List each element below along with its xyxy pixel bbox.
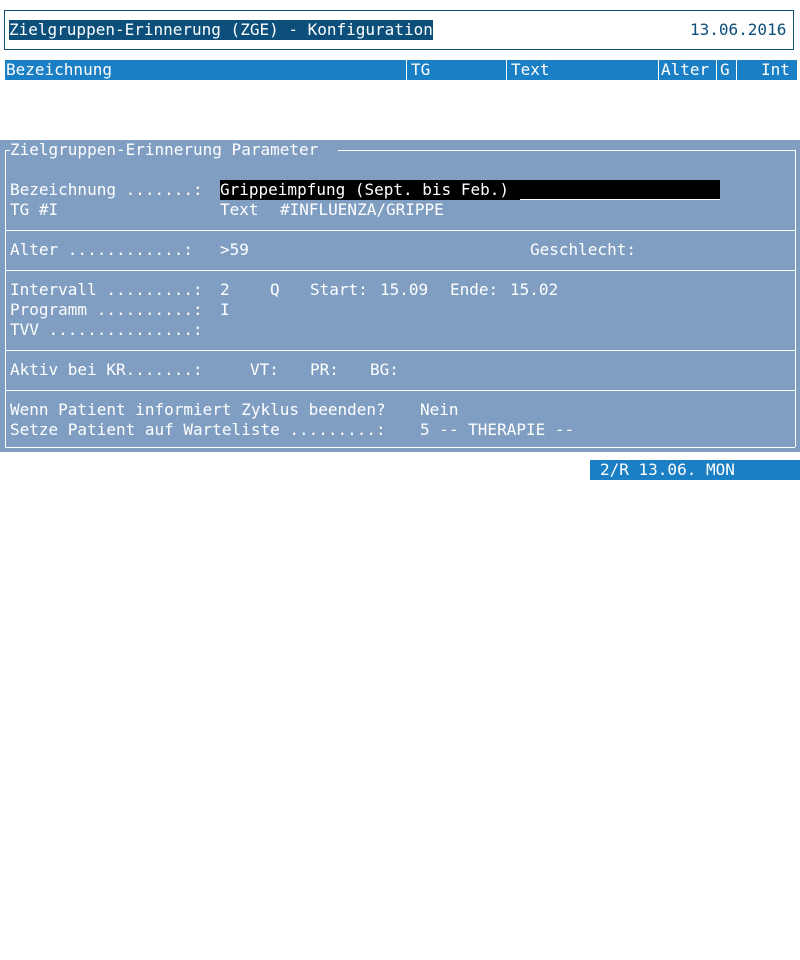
status-bar: 2/R 13.06. MON bbox=[590, 460, 800, 480]
start-label: Start: bbox=[310, 280, 368, 299]
zyklus-label: Wenn Patient informiert Zyklus beenden? bbox=[10, 400, 386, 419]
section-divider bbox=[5, 270, 795, 271]
zyklus-field[interactable]: Nein bbox=[420, 400, 459, 420]
tg-label: TG #I bbox=[10, 200, 59, 219]
panel-border-top-right bbox=[338, 150, 795, 151]
start-field[interactable]: 15.09 bbox=[380, 280, 428, 300]
intervall-field[interactable]: 2 bbox=[220, 280, 230, 300]
ende-field[interactable]: 15.02 bbox=[510, 280, 558, 300]
section-divider bbox=[5, 230, 795, 231]
section-divider bbox=[5, 350, 795, 351]
panel-border-bottom bbox=[5, 447, 795, 448]
text-value[interactable]: #INFLUENZA/GRIPPE bbox=[280, 200, 444, 220]
text-label: Text bbox=[220, 200, 259, 219]
aktiv-label: Aktiv bei KR.......: bbox=[10, 360, 203, 379]
panel-title: Zielgruppen-Erinnerung Parameter bbox=[10, 140, 319, 159]
column-g[interactable]: G bbox=[716, 60, 736, 80]
column-alter[interactable]: Alter bbox=[658, 60, 716, 80]
panel-border-left bbox=[5, 150, 6, 447]
geschlecht-label: Geschlecht: bbox=[530, 240, 636, 259]
pr-label: PR: bbox=[310, 360, 339, 379]
intervall-label: Intervall .........: bbox=[10, 280, 203, 299]
bezeichnung-underline bbox=[520, 199, 720, 200]
tvv-label: TVV ...............: bbox=[10, 320, 203, 339]
bg-label: BG: bbox=[370, 360, 399, 379]
column-int[interactable]: Int bbox=[736, 60, 798, 80]
programm-field[interactable]: I bbox=[220, 300, 230, 320]
alter-label: Alter ............: bbox=[10, 240, 194, 259]
column-header-bar: Bezeichnung TG Text Alter G Int bbox=[4, 60, 798, 80]
bezeichnung-label: Bezeichnung .......: bbox=[10, 180, 203, 199]
section-divider bbox=[5, 390, 795, 391]
window-title: Zielgruppen-Erinnerung (ZGE) - Konfigura… bbox=[9, 20, 433, 40]
alter-field[interactable]: >59 bbox=[220, 240, 249, 260]
panel-border-right bbox=[795, 150, 796, 447]
warteliste-label: Setze Patient auf Warteliste .........: bbox=[10, 420, 386, 439]
column-bezeichnung[interactable]: Bezeichnung bbox=[4, 60, 406, 80]
status-text: 2/R 13.06. MON bbox=[600, 460, 735, 479]
column-text[interactable]: Text bbox=[506, 60, 658, 80]
bezeichnung-input[interactable]: Grippeimpfung (Sept. bis Feb.) bbox=[220, 180, 720, 200]
column-tg[interactable]: TG bbox=[406, 60, 506, 80]
ende-label: Ende: bbox=[450, 280, 499, 299]
warteliste-field[interactable]: 5 -- THERAPIE -- bbox=[420, 420, 574, 440]
programm-label: Programm ..........: bbox=[10, 300, 203, 319]
intervall-unit[interactable]: Q bbox=[270, 280, 280, 300]
header-date: 13.06.2016 bbox=[690, 20, 787, 39]
vt-label: VT: bbox=[250, 360, 279, 379]
parameter-panel: Zielgruppen-Erinnerung Parameter Bezeich… bbox=[0, 140, 800, 452]
